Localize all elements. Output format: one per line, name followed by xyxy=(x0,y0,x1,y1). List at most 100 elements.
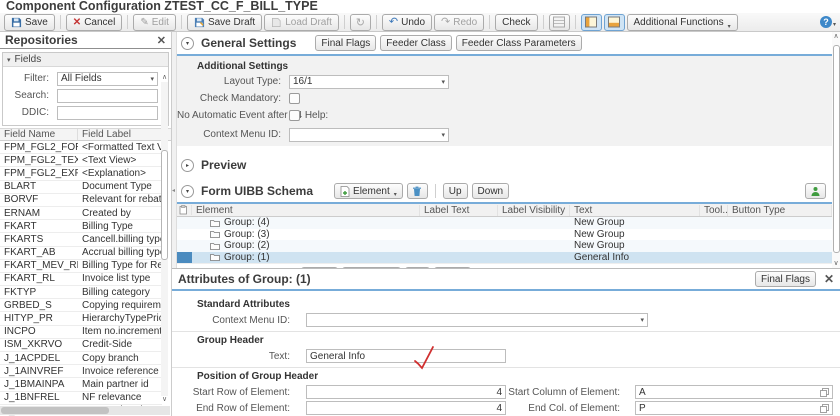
general-settings-action-button[interactable]: Final Flags xyxy=(315,35,376,51)
load-draft-button[interactable]: Load Draft xyxy=(264,14,339,31)
field-label-cell: Document Type xyxy=(78,181,162,192)
toolbar-separator xyxy=(181,15,182,29)
column-header-text[interactable]: Text xyxy=(570,205,700,216)
fields-section-header[interactable]: ▾ Fields xyxy=(3,53,168,67)
field-list-item[interactable]: J_1ACPDEL Copy branch xyxy=(0,352,162,365)
field-list-item[interactable]: FKART Billing Type xyxy=(0,220,162,233)
save-draft-button[interactable]: Save Draft xyxy=(187,14,262,31)
redo-button[interactable]: ↷ Redo xyxy=(434,14,484,31)
save-button[interactable]: Save xyxy=(4,14,55,31)
general-settings-action-button[interactable]: Feeder Class xyxy=(380,35,451,51)
ddic-input[interactable] xyxy=(57,106,158,120)
context-menu-id-dropdown[interactable]: ▾ xyxy=(289,128,449,142)
move-down-button[interactable]: Down xyxy=(472,183,510,199)
scroll-down-icon[interactable]: ∨ xyxy=(162,396,167,404)
column-header-button-type[interactable]: Button Type xyxy=(728,205,832,216)
general-settings-title: General Settings xyxy=(201,36,296,50)
field-list-item[interactable]: FKART_MEV_RESET Billing Type for Reset xyxy=(0,260,162,273)
end-column-input[interactable]: P xyxy=(635,401,833,415)
layout-rows-button[interactable] xyxy=(549,14,570,31)
scrollbar-thumb[interactable] xyxy=(1,407,109,414)
column-header-element[interactable]: Element xyxy=(192,205,420,216)
general-settings-action-button[interactable]: Feeder Class Parameters xyxy=(456,35,582,51)
field-list-item[interactable]: FKTYP Billing category xyxy=(0,286,162,299)
start-column-input[interactable]: A xyxy=(635,385,833,399)
help-button[interactable]: ? ▾ xyxy=(820,16,836,28)
collapse-toggle-icon[interactable]: ▾ xyxy=(181,185,194,198)
field-list-item[interactable]: HITYP_PR HierarchyTypePricing xyxy=(0,312,162,325)
check-button[interactable]: Check xyxy=(495,14,537,31)
filter-dropdown[interactable]: All Fields ▾ xyxy=(57,72,158,86)
column-header-label-text[interactable]: Label Text xyxy=(420,205,498,216)
field-list-item[interactable]: FKART_RL Invoice list type xyxy=(0,273,162,286)
end-row-input[interactable]: 4 xyxy=(306,401,506,415)
row-selector[interactable] xyxy=(177,252,192,264)
edit-button[interactable]: ✎ Edit xyxy=(133,14,176,31)
close-icon[interactable]: ✕ xyxy=(824,272,834,286)
collapse-toggle-icon[interactable]: ▾ xyxy=(181,37,194,50)
context-menu-id-dropdown[interactable]: ▾ xyxy=(306,313,648,327)
field-list-item[interactable]: FPM_FGL2_TEXT_VIEW <Text View> xyxy=(0,154,162,167)
field-list-item[interactable]: BORVF Relevant for rebate xyxy=(0,194,162,207)
position-of-group-header-label: Position of Group Header xyxy=(197,371,840,382)
field-list-item[interactable]: J_1BMAINPA Main partner id xyxy=(0,378,162,391)
fields-vertical-scrollbar[interactable]: ∧ ∨ xyxy=(160,74,169,404)
schema-table-row[interactable]: Group: (1) General Info xyxy=(177,252,832,264)
search-input[interactable] xyxy=(57,89,158,103)
fields-horizontal-scrollbar[interactable] xyxy=(0,406,170,415)
layout-bottom-panel-button[interactable] xyxy=(604,14,625,31)
additional-functions-button[interactable]: Additional Functions ▾ xyxy=(627,14,738,31)
layout-type-dropdown[interactable]: 16/1 ▾ xyxy=(289,75,449,89)
toolbar-separator xyxy=(575,15,576,29)
toolbar-separator xyxy=(489,15,490,29)
scrollbar-thumb[interactable] xyxy=(161,150,168,260)
field-list-item[interactable]: ERNAM Created by xyxy=(0,207,162,220)
schema-table-row[interactable]: Group: (4) New Group xyxy=(177,217,832,229)
field-list-item[interactable]: J_1BNFREL NF relevance xyxy=(0,392,162,405)
check-mandatory-checkbox[interactable] xyxy=(289,93,300,104)
no-auto-event-checkbox[interactable] xyxy=(289,110,300,121)
field-label-column-header[interactable]: Field Label xyxy=(78,129,171,140)
expand-toggle-icon[interactable]: ▸ xyxy=(181,159,194,172)
value-help-icon[interactable] xyxy=(820,388,829,397)
start-row-input[interactable]: 4 xyxy=(306,385,506,399)
cancel-button[interactable]: ✕ Cancel xyxy=(66,14,123,31)
column-header-label-visibility[interactable]: Label Visibility xyxy=(498,205,570,216)
field-list-item[interactable]: FKARTS Cancell.billing type xyxy=(0,233,162,246)
field-list-item[interactable]: GRBED_S Copying requirements xyxy=(0,299,162,312)
field-list-item[interactable]: ISM_XKRVO Credit-Side xyxy=(0,339,162,352)
attributes-panel: Attributes of Group: (1) Final Flags ✕ S… xyxy=(172,268,840,416)
text-input[interactable]: General Info xyxy=(306,349,506,363)
field-list-item[interactable]: FKART_AB Accrual billing type xyxy=(0,247,162,260)
value-help-icon[interactable] xyxy=(820,404,829,413)
layout-left-panel-button[interactable] xyxy=(581,14,602,31)
field-list-item[interactable]: FPM_FGL2_FORMATED_... <Formatted Text Vi… xyxy=(0,141,162,154)
chevron-down-icon: ▾ xyxy=(150,75,154,83)
scrollbar-track[interactable] xyxy=(832,41,840,259)
personalize-button[interactable] xyxy=(805,183,826,199)
add-element-button[interactable]: Element ▾ xyxy=(334,183,403,199)
field-list-item[interactable]: J_1AINVREF Invoice reference xyxy=(0,365,162,378)
schema-table-row[interactable]: Group: (3) New Group xyxy=(177,229,832,241)
main-vertical-scrollbar[interactable]: ∧ ∨ xyxy=(832,32,840,268)
close-icon[interactable]: ✕ xyxy=(157,34,166,47)
scroll-up-icon[interactable]: ∧ xyxy=(833,32,838,41)
move-up-button[interactable]: Up xyxy=(443,183,468,199)
schema-table-row[interactable]: Group: (2) New Group xyxy=(177,240,832,252)
scroll-up-icon[interactable]: ∧ xyxy=(162,74,167,82)
column-header-tool[interactable]: Tool... xyxy=(700,205,728,216)
scrollbar-thumb[interactable] xyxy=(833,45,840,253)
field-list-item[interactable]: INCPO Item no.increment xyxy=(0,326,162,339)
field-name-column-header[interactable]: Field Name xyxy=(0,129,78,140)
delete-element-button[interactable] xyxy=(407,183,428,199)
undo-button[interactable]: ↶ Undo xyxy=(382,14,432,31)
collapse-left-icon[interactable]: ◂ xyxy=(172,187,175,194)
field-list-item[interactable]: BLART Document Type xyxy=(0,181,162,194)
field-list-item[interactable]: FPM_FGL2_EXPLANATION <Explanation> xyxy=(0,167,162,180)
select-all-icon[interactable] xyxy=(177,205,192,215)
refresh-button[interactable]: ↻ xyxy=(350,14,371,31)
scroll-down-icon[interactable]: ∨ xyxy=(833,259,838,268)
configuration-main-panel: ▾ General Settings Final FlagsFeeder Cla… xyxy=(177,32,832,268)
final-flags-button[interactable]: Final Flags xyxy=(755,271,816,287)
scrollbar-track[interactable] xyxy=(161,82,168,396)
